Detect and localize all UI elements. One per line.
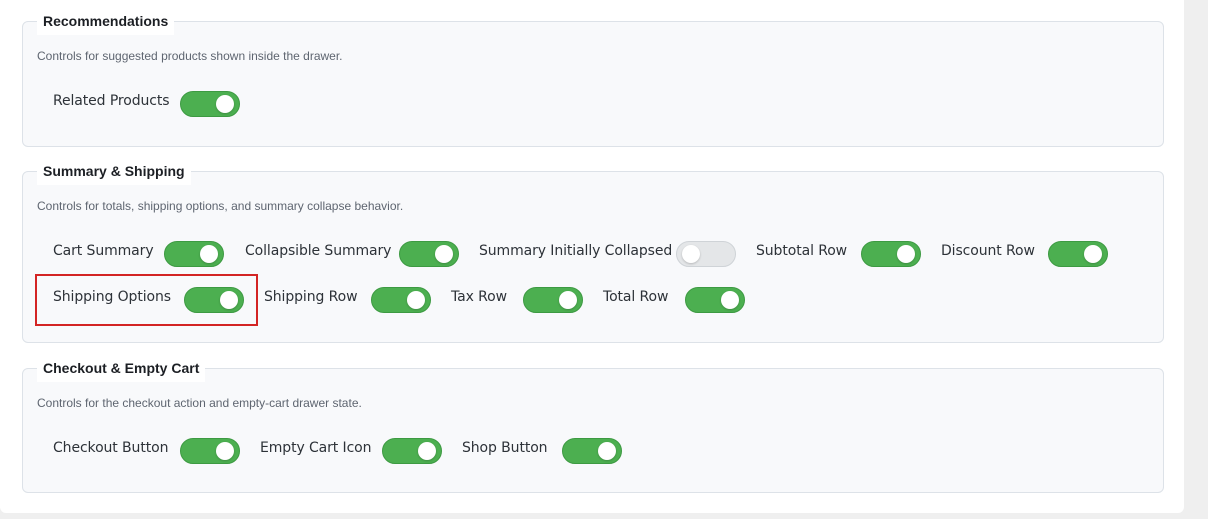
- section-description: Controls for totals, shipping options, a…: [37, 199, 404, 213]
- toggle-item-shop-button: Shop Button: [462, 437, 562, 465]
- total-row-toggle[interactable]: [685, 287, 745, 313]
- toggle-item-total-row: Total Row: [603, 286, 685, 314]
- toggle-knob: [1084, 245, 1102, 263]
- toggle-item-related-products: Related Products: [53, 90, 180, 118]
- section-description: Controls for the checkout action and emp…: [37, 396, 362, 410]
- collapsible-summary-toggle[interactable]: [399, 241, 459, 267]
- toggle-label: Summary Initially Collapsed: [479, 243, 673, 259]
- cart-summary-toggle[interactable]: [164, 241, 224, 267]
- toggle-item-collapsible-summary: Collapsible Summary: [245, 240, 399, 268]
- toggle-knob: [407, 291, 425, 309]
- toggle-label: Related Products: [53, 93, 170, 109]
- section-title: Checkout & Empty Cart: [37, 354, 206, 382]
- section-description: Controls for suggested products shown in…: [37, 49, 343, 63]
- toggle-item-cart-summary: Cart Summary: [53, 240, 164, 268]
- toggle-knob: [418, 442, 436, 460]
- toggle-knob: [897, 245, 915, 263]
- related-products-toggle[interactable]: [180, 91, 240, 117]
- toggle-knob: [682, 245, 700, 263]
- toggle-row: Related Products: [53, 90, 240, 118]
- toggle-knob: [721, 291, 739, 309]
- toggle-label: Tax Row: [451, 289, 507, 305]
- toggle-knob: [435, 245, 453, 263]
- toggle-label: Checkout Button: [53, 440, 169, 456]
- toggle-label: Collapsible Summary: [245, 243, 392, 259]
- toggle-row: Checkout Button Empty Cart Icon Shop But…: [53, 437, 622, 465]
- toggle-label: Cart Summary: [53, 243, 154, 259]
- toggle-item-subtotal-row: Subtotal Row: [756, 240, 861, 268]
- toggle-row: Cart Summary Collapsible Summary Summary…: [53, 240, 1108, 268]
- toggle-knob: [200, 245, 218, 263]
- toggle-knob: [216, 442, 234, 460]
- toggle-item-empty-cart-icon: Empty Cart Icon: [260, 437, 382, 465]
- toggle-item-discount-row: Discount Row: [941, 240, 1048, 268]
- toggle-item-summary-initially-collapsed: Summary Initially Collapsed: [479, 240, 676, 268]
- shipping-row-toggle[interactable]: [371, 287, 431, 313]
- summary-initially-collapsed-toggle[interactable]: [676, 241, 736, 267]
- toggle-knob: [598, 442, 616, 460]
- section-title: Recommendations: [37, 7, 175, 35]
- discount-row-toggle[interactable]: [1048, 241, 1108, 267]
- highlight-box: [35, 274, 258, 326]
- toggle-knob: [216, 95, 234, 113]
- empty-cart-icon-toggle[interactable]: [382, 438, 442, 464]
- toggle-knob: [559, 291, 577, 309]
- toggle-item-checkout-button: Checkout Button: [53, 437, 180, 465]
- recommendations-section: Recommendations Controls for suggested p…: [22, 7, 1164, 147]
- toggle-label: Discount Row: [941, 243, 1035, 259]
- subtotal-row-toggle[interactable]: [861, 241, 921, 267]
- shop-button-toggle[interactable]: [562, 438, 622, 464]
- toggle-label: Empty Cart Icon: [260, 440, 372, 456]
- toggle-item-shipping-row: Shipping Row: [264, 286, 371, 314]
- checkout-empty-cart-section: Checkout & Empty Cart Controls for the c…: [22, 354, 1164, 493]
- toggle-label: Total Row: [603, 289, 669, 305]
- toggle-label: Shop Button: [462, 440, 548, 456]
- toggle-item-tax-row: Tax Row: [451, 286, 523, 314]
- toggle-label: Subtotal Row: [756, 243, 848, 259]
- checkout-button-toggle[interactable]: [180, 438, 240, 464]
- tax-row-toggle[interactable]: [523, 287, 583, 313]
- section-title: Summary & Shipping: [37, 157, 191, 185]
- toggle-label: Shipping Row: [264, 289, 358, 305]
